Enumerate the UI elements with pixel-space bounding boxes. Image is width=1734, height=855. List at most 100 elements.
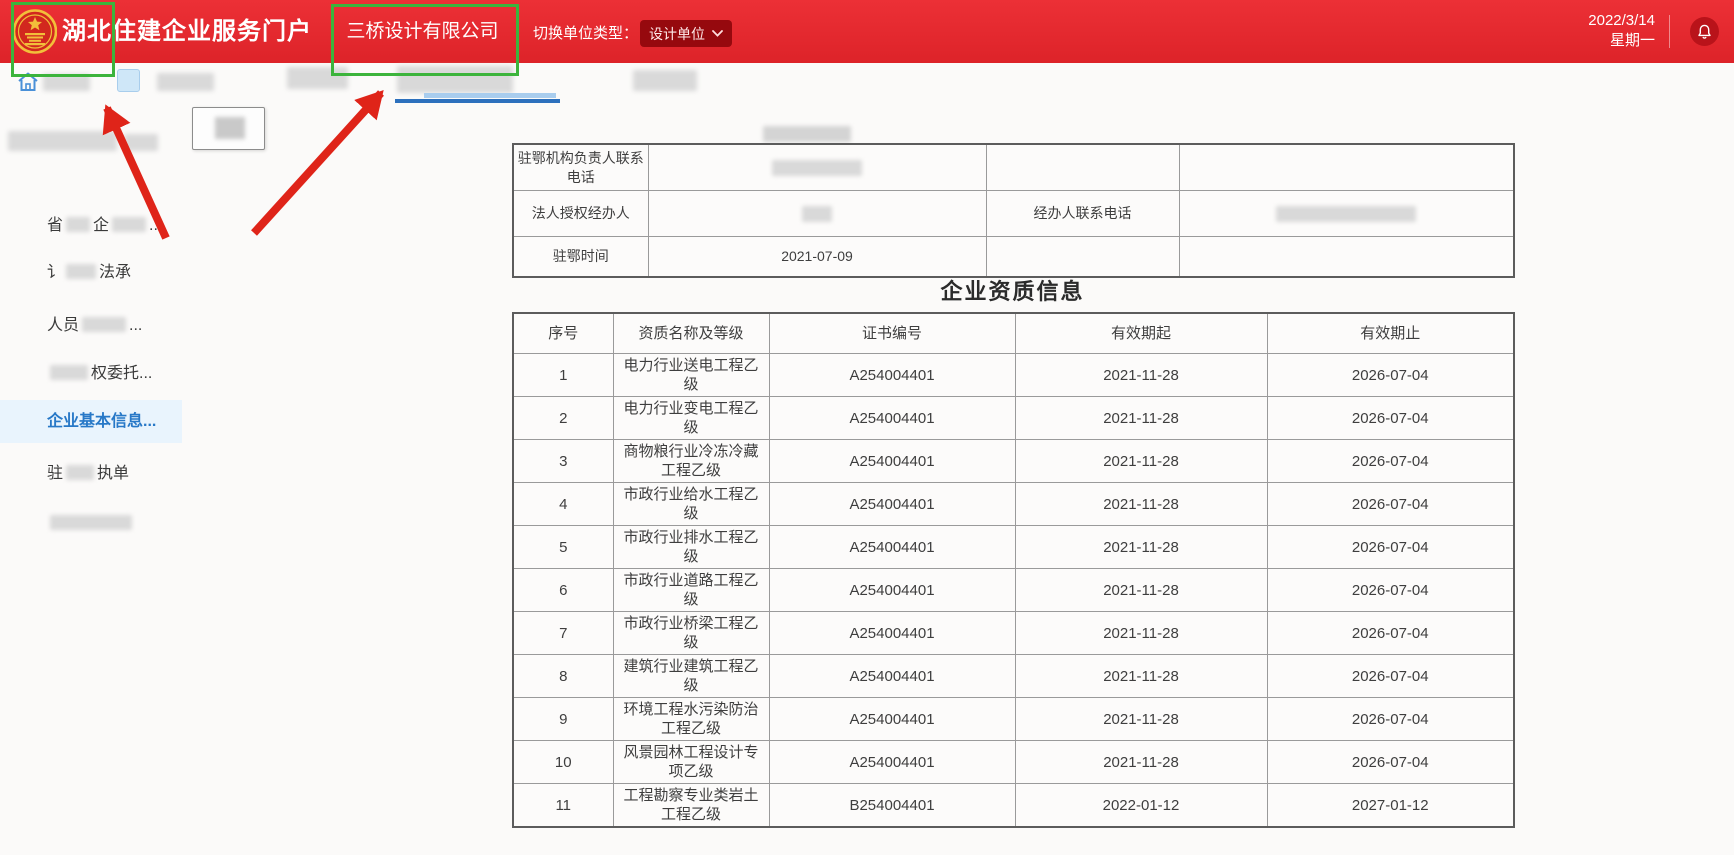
qualification-cell: A254004401 [769,440,1015,483]
table-row: 法人授权经办人经办人联系电话 [513,191,1514,237]
qualification-cell: 2026-07-04 [1267,526,1514,569]
blurred-sidebar-heading [8,131,117,151]
qualification-cell: 2021-11-28 [1015,354,1267,397]
chevron-down-icon [712,30,723,37]
qualification-cell: 2021-11-28 [1015,569,1267,612]
sidebar-item-label: 执单 [97,465,129,482]
qualification-cell: 6 [513,569,613,612]
qualification-cell: 2026-07-04 [1267,397,1514,440]
annotation-arrow-to-company [254,93,381,233]
qualification-cell: A254004401 [769,612,1015,655]
qualification-cell: 2026-07-04 [1267,612,1514,655]
blurred-tab[interactable] [157,73,214,91]
qualification-cell: A254004401 [769,526,1015,569]
table-row: 4市政行业给水工程乙级A2540044012021-11-282026-07-0… [513,483,1514,526]
portal-title: 湖北住建企业服务门户 [62,0,312,63]
active-tab-underline [395,99,560,103]
qualification-cell: 市政行业给水工程乙级 [613,483,769,526]
qualification-cell: 2021-11-28 [1015,440,1267,483]
blurred-tab[interactable] [43,74,90,91]
sidebar-item-label: 法承 [99,264,131,281]
table-row: 1电力行业送电工程乙级A2540044012021-11-282026-07-0… [513,354,1514,397]
column-header: 有效期起 [1015,313,1267,354]
qualification-cell: 市政行业桥梁工程乙级 [613,612,769,655]
sidebar-item[interactable]: 人员... [47,313,142,339]
qualification-cell: 2 [513,397,613,440]
home-tab-icon[interactable] [16,70,40,94]
info-cell: 驻鄂时间 [513,237,648,278]
sidebar-item[interactable]: 省 企... [47,213,162,239]
qualification-cell: 环境工程水污染防治工程乙级 [613,698,769,741]
qualification-cell: 2021-11-28 [1015,655,1267,698]
qualification-cell: A254004401 [769,655,1015,698]
qualification-cell: 9 [513,698,613,741]
qualification-cell: 2026-07-04 [1267,483,1514,526]
qualification-cell: 2021-11-28 [1015,483,1267,526]
blurred-tab[interactable] [287,67,348,89]
info-cell: 2021-07-09 [648,237,986,278]
qualification-cell: 8 [513,655,613,698]
qualification-table: 序号资质名称及等级证书编号有效期起有效期止 1电力行业送电工程乙级A254004… [512,312,1515,828]
qualification-cell: A254004401 [769,354,1015,397]
sidebar-item-label: 权委托... [91,365,152,382]
sidebar-item[interactable]: 驻 执单 [47,461,129,487]
qualification-cell: 商物粮行业冷冻冷藏工程乙级 [613,440,769,483]
blurred-text [50,365,88,380]
qualification-cell: 2026-07-04 [1267,354,1514,397]
qualification-cell: 建筑行业建筑工程乙级 [613,655,769,698]
page: 湖北住建企业服务门户 三桥设计有限公司 切换单位类型： 设计单位 2022/3/… [0,0,1734,855]
qualification-cell: 市政行业道路工程乙级 [613,569,769,612]
sidebar-item-label: ... [149,217,162,234]
info-cell [648,144,986,191]
info-cell [986,237,1179,278]
info-cell [1179,144,1514,191]
blurred-sidebar-heading [124,134,158,151]
sidebar-item-company-basic-info[interactable]: 企业基本信息... [0,400,182,443]
sidebar-item-label: 省 [47,217,63,234]
table-row: 7市政行业桥梁工程乙级A2540044012021-11-282026-07-0… [513,612,1514,655]
sidebar-item-label: 驻 [47,465,63,482]
qualification-cell: 市政行业排水工程乙级 [613,526,769,569]
qualification-cell: 11 [513,784,613,828]
blurred-active-tab[interactable] [397,66,513,93]
sidebar-item-label: 讠 [47,264,63,281]
unit-type-dropdown-button[interactable]: 设计单位 [640,20,732,47]
info-cell [1179,191,1514,237]
table-header-row: 序号资质名称及等级证书编号有效期起有效期止 [513,313,1514,354]
blurred-text [112,217,146,232]
blurred-text [802,206,832,222]
info-cell [648,191,986,237]
switch-unit-type-label: 切换单位类型： [533,0,638,63]
table-row: 10风景园林工程设计专项乙级A2540044012021-11-282026-0… [513,741,1514,784]
qualification-cell: A254004401 [769,397,1015,440]
qualification-cell: 风景园林工程设计专项乙级 [613,741,769,784]
qualification-cell: 7 [513,612,613,655]
sidebar-item[interactable]: 权委托... [47,361,152,387]
sidebar-item[interactable]: 讠 法承 [47,260,131,286]
sidebar-item-label: 企 [93,217,109,234]
qualification-cell: 2026-07-04 [1267,741,1514,784]
notification-bell-button[interactable] [1690,17,1719,46]
weekday-text: 星期一 [1555,31,1655,51]
info-cell [1179,237,1514,278]
qualification-cell: A254004401 [769,483,1015,526]
sidebar-item[interactable] [47,511,135,537]
sidebar-item-label: 人员 [47,317,79,334]
info-cell: 驻鄂机构负责人联系电话 [513,144,648,191]
blurred-tab[interactable] [633,70,697,91]
date-text: 2022/3/14 [1555,11,1655,31]
qualification-cell: 工程勘察专业类岩土工程乙级 [613,784,769,828]
qualification-cell: 1 [513,354,613,397]
column-header: 序号 [513,313,613,354]
table-row: 11工程勘察专业类岩土工程乙级B2540044012022-01-122027-… [513,784,1514,828]
info-cell: 经办人联系电话 [986,191,1179,237]
qualification-cell: 2021-11-28 [1015,612,1267,655]
tab-icon[interactable] [117,69,140,92]
table-row: 驻鄂机构负责人联系电话 [513,144,1514,191]
qualification-cell: 2026-07-04 [1267,569,1514,612]
qualification-cell: A254004401 [769,698,1015,741]
qualification-cell: 5 [513,526,613,569]
column-header: 资质名称及等级 [613,313,769,354]
qualification-cell: 电力行业变电工程乙级 [613,397,769,440]
blurred-text [50,515,132,530]
